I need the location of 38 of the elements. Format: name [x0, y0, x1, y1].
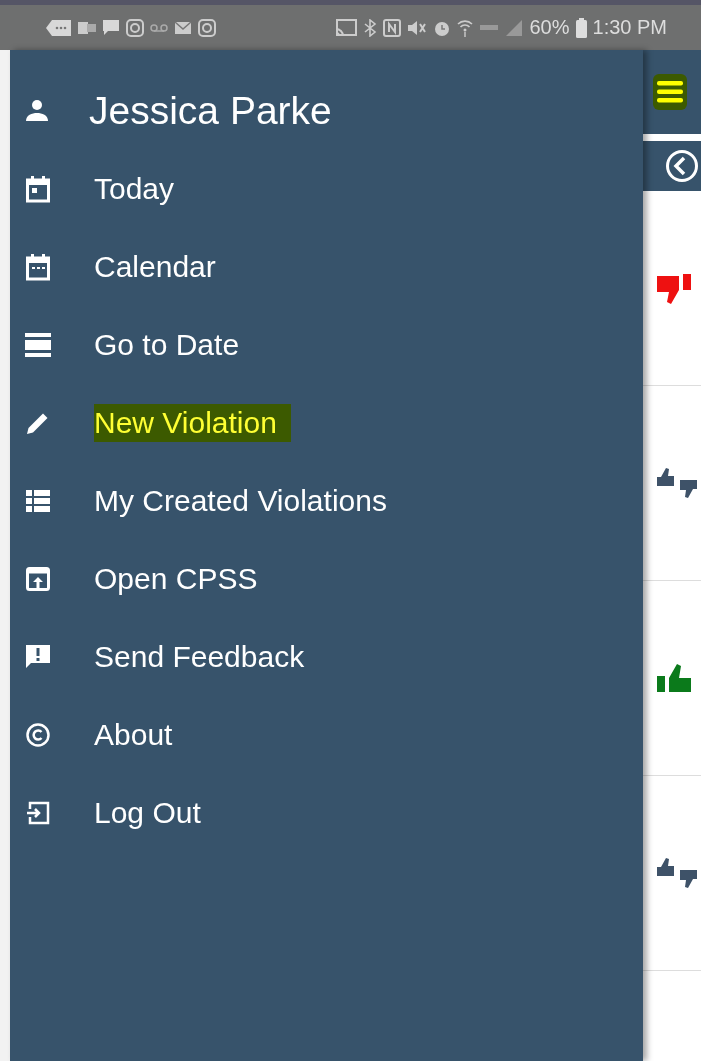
copyright-icon	[26, 723, 50, 747]
menu-item[interactable]: Log Out	[10, 774, 643, 852]
camera-icon	[198, 18, 216, 37]
nfc-icon	[383, 18, 402, 37]
app-icon	[78, 19, 96, 36]
feedback-icon	[26, 645, 50, 669]
camera-icon	[126, 18, 144, 37]
menu-item[interactable]: Go to Date	[10, 306, 643, 384]
person-icon	[25, 99, 49, 123]
menu-item[interactable]: Send Feedback	[10, 618, 643, 696]
menu-item[interactable]: My Created Violations	[10, 462, 643, 540]
chat-icon	[102, 18, 120, 37]
tag-icon	[46, 18, 72, 37]
list-icon	[26, 490, 50, 512]
open-in-icon	[26, 567, 50, 591]
menu-item[interactable]: New Violation	[10, 384, 643, 462]
clock: 1:30 PM	[592, 16, 667, 39]
pencil-icon	[26, 411, 50, 435]
mute-icon	[407, 18, 428, 37]
back-icon[interactable]	[665, 149, 699, 183]
menu-item[interactable]: Open CPSS	[10, 540, 643, 618]
menu-item[interactable]: Calendar	[10, 228, 643, 306]
logout-icon	[26, 801, 50, 825]
battery-icon	[575, 17, 587, 38]
menu-item[interactable]: About	[10, 696, 643, 774]
menu-item[interactable]: Today	[10, 150, 643, 228]
mail-icon	[174, 19, 192, 36]
battery-level: 60%	[529, 16, 570, 39]
lines-icon	[25, 332, 51, 358]
calendar-icon	[26, 253, 50, 281]
menu-button[interactable]	[653, 74, 687, 110]
bluetooth-icon	[363, 18, 378, 37]
signal-icon	[505, 18, 524, 37]
cast-icon	[335, 18, 358, 37]
voicemail-icon	[150, 21, 168, 34]
wifi-icon	[457, 17, 474, 38]
user-name: Jessica Parke	[89, 89, 332, 133]
calendar-day-icon	[26, 175, 50, 203]
